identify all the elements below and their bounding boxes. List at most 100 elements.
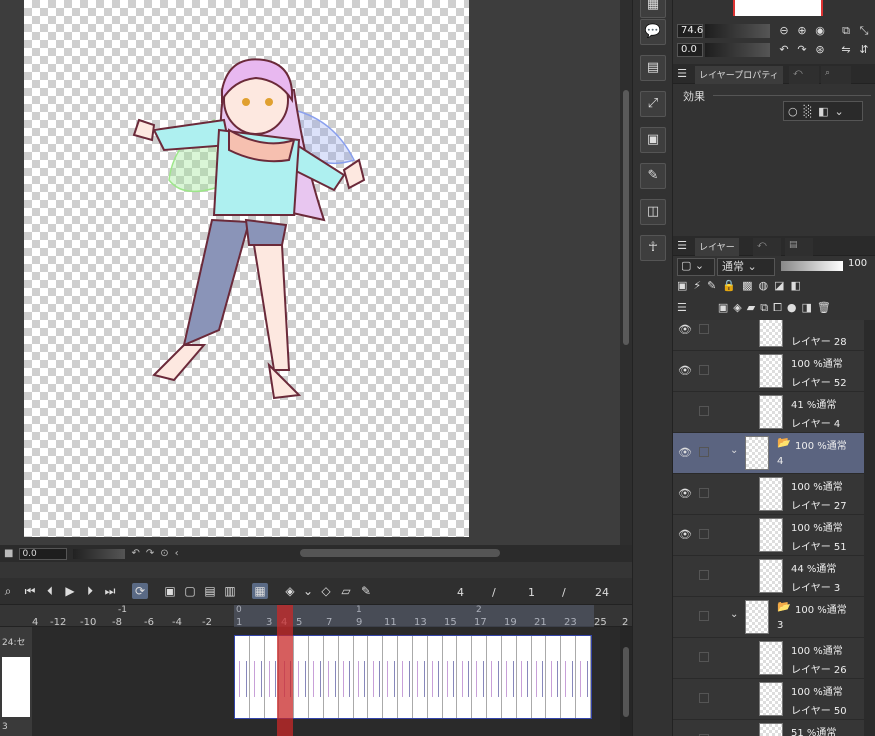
layer-lock-checkbox[interactable]: [699, 447, 709, 457]
zoom-slider[interactable]: [705, 24, 770, 38]
merge-icon[interactable]: ⧉: [760, 301, 768, 319]
rotation-field[interactable]: 0.0: [677, 43, 703, 57]
cel-frame[interactable]: [502, 636, 517, 718]
cel-frame[interactable]: [487, 636, 502, 718]
flip-vertical-icon[interactable]: ⇵: [857, 43, 871, 57]
new-cel-icon[interactable]: ▣: [162, 583, 178, 599]
eye-icon[interactable]: 👁: [678, 323, 692, 336]
layer-lock-checkbox[interactable]: [699, 324, 709, 334]
rotate-left-icon[interactable]: ↶: [131, 548, 139, 559]
new-vector-layer-icon[interactable]: ◈: [733, 301, 741, 319]
layer-row[interactable]: 👁 レイヤー 28: [673, 320, 864, 351]
border-effect-icon[interactable]: ○: [788, 105, 798, 118]
transform-icon[interactable]: ⤢: [640, 91, 666, 117]
material-icon[interactable]: ▤: [640, 55, 666, 81]
edit-icon[interactable]: ✎: [640, 163, 666, 189]
eye-icon[interactable]: 👁: [678, 528, 692, 541]
trash-icon[interactable]: 🗑: [817, 301, 831, 319]
layer-row[interactable]: 100 %通常 レイヤー 26: [673, 638, 864, 679]
apply-mask-icon[interactable]: ◨: [802, 301, 812, 319]
layer-list-icon[interactable]: ☰: [677, 301, 687, 319]
rotate-right-icon[interactable]: ↷: [146, 548, 154, 559]
tone-effect-icon[interactable]: ░: [804, 105, 812, 118]
fit-window-icon[interactable]: ⤡: [857, 24, 871, 38]
fit-icon[interactable]: ◉: [813, 24, 827, 38]
flip-horizontal-icon[interactable]: ⇋: [839, 43, 853, 57]
layer-lock-checkbox[interactable]: [699, 529, 709, 539]
last-frame-icon[interactable]: ⏭: [102, 583, 118, 599]
lock-transparency-icon[interactable]: ▩: [742, 279, 752, 297]
rotation-slider[interactable]: [705, 43, 770, 57]
delete-cel-icon[interactable]: ▢: [182, 583, 198, 599]
layer-row[interactable]: 👁 100 %通常 レイヤー 27: [673, 474, 864, 515]
cel-frame[interactable]: [457, 636, 473, 718]
3d-icon[interactable]: ◫: [640, 199, 666, 225]
layer-lock-checkbox[interactable]: [699, 693, 709, 703]
cel-frame[interactable]: [428, 636, 443, 718]
layer-color-select[interactable]: ▢ ⌄: [677, 258, 715, 276]
layer-row[interactable]: 44 %通常 レイヤー 3: [673, 556, 864, 597]
layer-row[interactable]: 100 %通常 レイヤー 50: [673, 679, 864, 720]
tab-layer[interactable]: レイヤー: [695, 238, 739, 256]
blend-mode-select[interactable]: 通常 ⌄: [717, 258, 775, 276]
ruler-icon[interactable]: ◪: [774, 279, 784, 297]
canvas-area[interactable]: [0, 0, 620, 545]
current-frame-marker[interactable]: [277, 605, 293, 736]
mask-icon[interactable]: ◍: [758, 279, 768, 297]
timeline-vertical-scrollbar[interactable]: [620, 627, 632, 736]
next-frame-icon[interactable]: ⏵: [82, 583, 98, 599]
rotate-right-icon[interactable]: ↷: [795, 43, 809, 57]
zoom-out-icon[interactable]: ⊖: [777, 24, 791, 38]
layer-folder-row[interactable]: ⌄ 📂 100 %通常 3: [673, 597, 864, 638]
actual-size-icon[interactable]: ⧉: [839, 24, 853, 38]
draft-icon[interactable]: ✎: [707, 279, 716, 297]
layer-lock-checkbox[interactable]: [699, 611, 709, 621]
zoom-in-icon[interactable]: ⊕: [795, 24, 809, 38]
navigator-preview[interactable]: [733, 0, 823, 16]
prev-frame-icon[interactable]: ⏴: [42, 583, 58, 599]
canvas-horizontal-scrollbar[interactable]: [300, 549, 500, 557]
layer-icon[interactable]: ▱: [338, 583, 354, 599]
rotation-angle-field[interactable]: 0.0: [19, 547, 68, 560]
cel-frame[interactable]: [561, 636, 577, 718]
eye-icon[interactable]: 👁: [678, 364, 692, 377]
tab-layer-property[interactable]: レイヤープロパティ: [695, 66, 783, 84]
effect-buttons[interactable]: ○ ░ ◧ ⌄: [783, 101, 863, 121]
new-folder-icon[interactable]: ▰: [747, 301, 755, 319]
timeline-track-header[interactable]: 24:セ 3: [0, 627, 32, 736]
layer-row[interactable]: 👁 100 %通常 レイヤー 52: [673, 351, 864, 392]
rotate-left-icon[interactable]: ↶: [777, 43, 791, 57]
rotation-slider[interactable]: [73, 548, 126, 559]
eye-icon[interactable]: 👁: [678, 487, 692, 500]
cel-frame[interactable]: [517, 636, 532, 718]
zoom-field[interactable]: 74.6: [677, 24, 703, 38]
opacity-slider[interactable]: [781, 261, 843, 271]
speech-bubble-icon[interactable]: 💬: [640, 19, 666, 45]
camera-icon[interactable]: ◇: [318, 583, 334, 599]
cel-frame[interactable]: [413, 636, 428, 718]
onion-skin-icon[interactable]: ▦: [252, 583, 268, 599]
tab-search[interactable]: ⌕: [821, 66, 851, 84]
palette-icon[interactable]: ◧: [790, 279, 800, 297]
cel-frame[interactable]: [250, 636, 265, 718]
layer-folder-row[interactable]: 👁 ⌄ 📂 100 %通常 4: [673, 433, 864, 474]
cel-frame[interactable]: [443, 636, 458, 718]
cel-frame[interactable]: [383, 636, 399, 718]
cel-frame[interactable]: [324, 636, 339, 718]
chevron-down-icon[interactable]: ⌄: [300, 583, 316, 599]
layer-list-scrollbar[interactable]: [864, 320, 875, 736]
tab-auto-action[interactable]: ▤: [785, 238, 813, 256]
canvas-vertical-scrollbar[interactable]: [620, 0, 632, 545]
cel-frame[interactable]: [576, 636, 591, 718]
layer-lock-checkbox[interactable]: [699, 365, 709, 375]
navigator-icon[interactable]: ▦: [640, 0, 666, 18]
layer-lock-checkbox[interactable]: [699, 406, 709, 416]
figure-icon[interactable]: ☥: [640, 235, 666, 261]
reference-icon[interactable]: ⚡: [693, 279, 701, 297]
chevron-down-icon[interactable]: ⌄: [730, 445, 738, 456]
clip-icon[interactable]: ▣: [677, 279, 687, 297]
cel-frame[interactable]: [368, 636, 384, 718]
tab-history[interactable]: ⤺: [789, 66, 819, 84]
layer-lock-checkbox[interactable]: [699, 570, 709, 580]
cel-frame[interactable]: [235, 636, 250, 718]
